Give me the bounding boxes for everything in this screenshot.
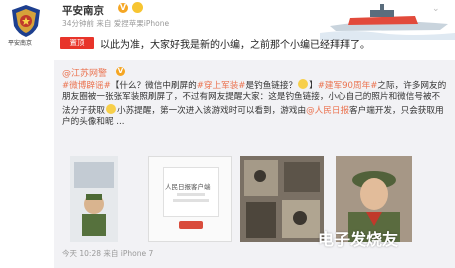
post-image-1[interactable] [70, 156, 118, 242]
post-image-2[interactable]: 人民日报客户端 [148, 156, 232, 242]
repost-body: #微博辟谣#【什么？微信中刷屏的#穿上军装#是钓鱼链接？ 】#建军90周年#之际，… [62, 79, 447, 128]
pinned-badge: 置顶 [60, 37, 94, 49]
account-name[interactable]: 平安南京 [62, 3, 104, 18]
verified-icon: V [116, 67, 125, 76]
emoji-icon [105, 103, 116, 114]
watermark: 电子发烧友 [318, 230, 399, 249]
hashtag-link[interactable]: #微博辟谣# [62, 81, 111, 91]
fold-icon[interactable]: ⌄ [432, 4, 440, 14]
sun-icon [132, 2, 143, 13]
emoji-icon [298, 79, 309, 89]
pinned-label: 置顶 [69, 38, 85, 47]
body-text: 【什么？微信中刷屏的 [110, 81, 197, 91]
repost-author[interactable]: @江苏网警 [62, 66, 107, 79]
hashtag-link[interactable]: #穿上军装# [197, 81, 246, 91]
post-text: 以此为准，大家好我是新的小编，之前那个小编已经拜拜了。 [100, 40, 370, 51]
verified-icon: V [118, 3, 128, 13]
body-text: 小苏提醒，第一次进入该游戏时可以看到，游戏由 [116, 105, 307, 116]
account-avatar[interactable]: 平安南京 [4, 2, 48, 47]
body-text: 是钓鱼链接？ [245, 81, 298, 91]
image2-title: 人民日报客户端 [165, 183, 211, 191]
post-image-3[interactable] [240, 156, 324, 242]
hashtag-link[interactable]: @人民日报 [306, 106, 349, 116]
logo-caption: 平安南京 [8, 40, 33, 47]
hashtag-link[interactable]: #建军90周年# [318, 81, 378, 91]
post-meta: 34分钟前 来自 爱捏苹果iPhone [62, 19, 170, 28]
body-text: 】 [309, 81, 318, 91]
repost-meta: 今天 10:28 来自 iPhone 7 [62, 249, 154, 258]
